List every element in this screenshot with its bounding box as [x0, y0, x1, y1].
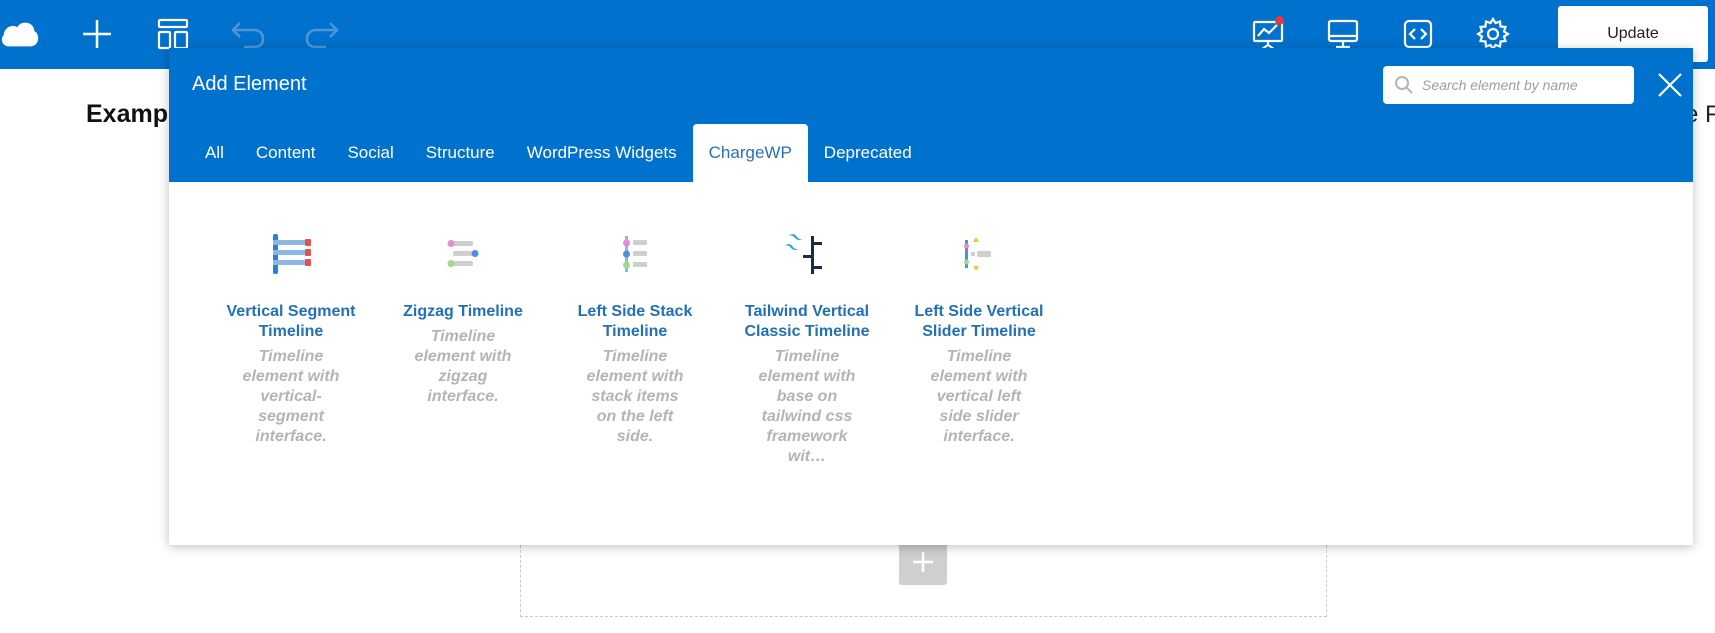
search-input[interactable]: [1422, 70, 1622, 100]
tab-structure[interactable]: Structure: [410, 124, 511, 182]
tab-deprecated[interactable]: Deprecated: [808, 124, 928, 182]
element-name: Tailwind Vertical Classic Timeline: [744, 303, 870, 340]
tab-chargewp[interactable]: ChargeWP: [692, 124, 808, 182]
tab-social[interactable]: Social: [331, 124, 409, 182]
zigzag-timeline-icon: [447, 240, 479, 267]
close-icon: [1658, 73, 1682, 97]
add-icon[interactable]: [77, 14, 117, 54]
element-card[interactable]: Left Side Stack Timeline Timeline elemen…: [549, 228, 721, 467]
element-name: Left Side Vertical Slider Timeline: [914, 303, 1044, 340]
plus-icon: [913, 551, 933, 572]
element-name: Zigzag Timeline: [403, 303, 523, 320]
tab-wordpress-widgets[interactable]: WordPress Widgets: [511, 124, 693, 182]
modal-header: Add Element All Content Social Structure…: [169, 48, 1693, 182]
element-description: Timeline element with vertical left side…: [930, 348, 1028, 445]
add-element-button[interactable]: [899, 538, 947, 585]
element-card[interactable]: Tailwind Vertical Classic Timeline Timel…: [721, 228, 893, 467]
element-card[interactable]: Vertical Segment Timeline Timeline eleme…: [205, 228, 377, 467]
element-grid: Vertical Segment Timeline Timeline eleme…: [205, 228, 1065, 467]
category-tabs: All Content Social Structure WordPress W…: [189, 124, 928, 182]
vertical-segment-timeline-icon: [273, 234, 311, 274]
element-name: Left Side Stack Timeline: [577, 303, 693, 340]
element-name: Vertical Segment Timeline: [226, 303, 356, 340]
element-description: Timeline element with vertical-segment i…: [242, 348, 340, 445]
tab-content[interactable]: Content: [240, 124, 332, 182]
search-icon: [1395, 76, 1413, 94]
cloud-logo-icon[interactable]: [0, 14, 40, 54]
modal-title: Add Element: [192, 73, 307, 95]
tailwind-vertical-classic-timeline-icon: [783, 234, 822, 274]
page-heading: Examp: [86, 100, 168, 128]
left-side-vertical-slider-timeline-icon: [964, 237, 991, 271]
element-card[interactable]: Zigzag Timeline Timeline element with zi…: [377, 228, 549, 467]
tab-all[interactable]: All: [189, 124, 240, 182]
element-description: Timeline element with base on tailwind c…: [758, 348, 856, 465]
search-box[interactable]: [1383, 66, 1634, 104]
element-description: Timeline element with stack items on the…: [586, 348, 684, 445]
notification-dot: [1275, 16, 1284, 25]
left-side-stack-timeline-icon: [623, 236, 647, 272]
close-button[interactable]: [1653, 68, 1687, 102]
add-element-modal: Add Element All Content Social Structure…: [169, 48, 1693, 545]
element-card[interactable]: Left Side Vertical Slider Timeline Timel…: [893, 228, 1065, 467]
element-description: Timeline element with zigzag interface.: [414, 328, 512, 405]
